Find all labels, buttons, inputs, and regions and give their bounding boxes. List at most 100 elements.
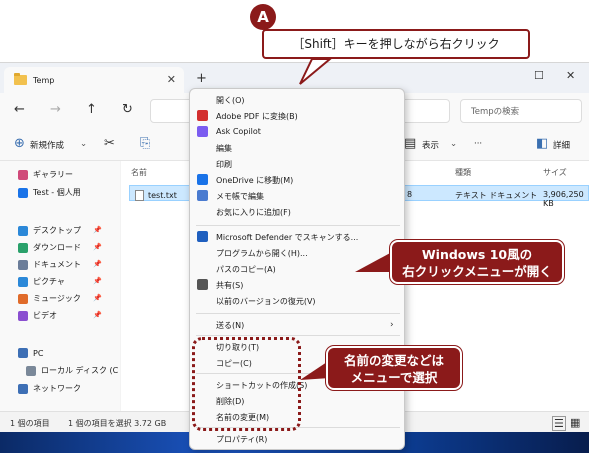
menu-item[interactable]: OneDrive に移動(M)	[216, 175, 293, 186]
tiles-view-icon[interactable]: ▦	[570, 416, 580, 429]
view-chevron-icon[interactable]: ⌄	[450, 139, 457, 149]
sidebar-item[interactable]: ネットワーク	[18, 383, 81, 394]
sidebar-item[interactable]: デスクトップ	[18, 225, 81, 236]
pin-icon: 📌	[93, 294, 102, 302]
gallery-icon	[18, 169, 28, 180]
menu-item[interactable]: Ask Copilot	[216, 127, 261, 136]
sidebar-item[interactable]: ピクチャ	[18, 276, 65, 287]
sidebar-item[interactable]: Test - 個人用	[18, 187, 81, 198]
new-button[interactable]: 新規作成	[30, 139, 64, 151]
tab-temp[interactable]: Temp ✕	[4, 67, 184, 93]
forward-icon[interactable]: →	[50, 102, 61, 117]
menu-item[interactable]: プロパティ(R)	[216, 434, 267, 445]
menu-item[interactable]: Adobe PDF に変換(B)	[216, 111, 298, 122]
documents-icon	[18, 259, 28, 270]
column-size[interactable]: サイズ	[543, 167, 567, 178]
menu-item[interactable]: お気に入りに追加(F)	[216, 207, 291, 218]
more-icon[interactable]: ···	[474, 139, 482, 149]
tab-close-icon[interactable]: ✕	[167, 73, 176, 86]
right-callout: Windows 10風の 右クリックメニューが開く	[390, 240, 564, 284]
file-name-cell[interactable]: test.txt	[135, 190, 177, 201]
onedrive-icon	[197, 174, 208, 185]
submenu-arrow-icon: ›	[390, 320, 394, 330]
menu-item[interactable]: 共有(S)	[216, 280, 243, 291]
sidebar-item[interactable]: ミュージック	[18, 293, 81, 304]
column-type[interactable]: 種類	[455, 167, 471, 178]
sidebar-item[interactable]: ダウンロード	[18, 242, 81, 253]
file-type-cell: テキスト ドキュメント	[455, 191, 538, 200]
bottom-callout: 名前の変更などは メニューで選択	[326, 346, 462, 390]
new-tab-icon[interactable]: +	[196, 71, 207, 86]
menu-item[interactable]: メモ帳で編集	[216, 191, 264, 202]
tab-title: Temp	[33, 75, 55, 85]
pc-icon	[18, 348, 28, 358]
right-callout-line2: 右クリックメニューが開く	[402, 264, 552, 279]
status-item-count: 1 個の項目	[10, 419, 50, 428]
network-icon	[18, 383, 28, 394]
copy-icon[interactable]: ⎘	[140, 136, 150, 151]
sidebar-item-label: ドキュメント	[33, 260, 81, 269]
pdf-icon	[197, 110, 208, 121]
maximize-icon[interactable]: ☐	[534, 69, 544, 82]
menu-separator	[196, 335, 400, 336]
sidebar-item-label: ローカル ディスク (C	[41, 366, 119, 375]
details-view-icon[interactable]: ☰	[552, 416, 566, 431]
videos-icon	[18, 310, 28, 321]
status-selection: 1 個の項目を選択 3.72 GB	[68, 419, 167, 428]
right-callout-line1: Windows 10風の	[421, 247, 533, 262]
sidebar-item-label: Test - 個人用	[33, 188, 81, 197]
menu-item[interactable]: プログラムから開く(H)...	[216, 248, 308, 259]
view-button[interactable]: 表示	[422, 139, 439, 151]
defender-icon	[197, 231, 208, 242]
pin-icon: 📌	[93, 311, 102, 319]
menu-separator	[196, 313, 400, 314]
menu-item[interactable]: 印刷	[216, 159, 232, 170]
menu-item[interactable]: パスのコピー(A)	[216, 264, 276, 275]
sidebar-item[interactable]: ギャラリー	[18, 169, 73, 180]
copilot-icon	[197, 126, 208, 137]
music-icon	[18, 293, 28, 304]
folder-icon	[14, 73, 27, 85]
search-input[interactable]: Tempの検索	[460, 99, 582, 123]
menu-item[interactable]: 送る(N)	[216, 320, 244, 331]
refresh-icon[interactable]: ↻	[122, 102, 133, 117]
pin-icon: 📌	[93, 226, 102, 234]
drive-icon	[26, 365, 36, 376]
pictures-icon	[18, 276, 28, 287]
view-icon: ▤	[404, 136, 417, 151]
sidebar-item-label: デスクトップ	[33, 226, 81, 235]
up-icon[interactable]: ↑	[86, 102, 97, 117]
details-pane-icon: ◧	[536, 136, 549, 151]
pin-icon: 📌	[93, 260, 102, 268]
desktop-icon	[18, 225, 28, 236]
download-icon	[18, 242, 28, 253]
pin-icon: 📌	[93, 277, 102, 285]
details-button[interactable]: 詳細	[553, 139, 570, 151]
menu-item[interactable]: 開く(O)	[216, 95, 245, 106]
highlight-frame	[192, 337, 301, 431]
menu-item[interactable]: 編集	[216, 143, 232, 154]
cut-icon[interactable]: ✂	[104, 136, 115, 151]
sidebar-item-label: ダウンロード	[33, 243, 81, 252]
close-window-icon[interactable]: ✕	[566, 69, 575, 82]
back-icon[interactable]: ←	[14, 102, 25, 117]
file-name: test.txt	[148, 191, 177, 200]
sidebar-item-label: ピクチャ	[33, 277, 65, 286]
sidebar-item-label: ミュージック	[33, 294, 81, 303]
new-icon: ⊕	[14, 136, 25, 151]
chevron-down-icon[interactable]: ⌄	[80, 139, 87, 149]
sidebar-item[interactable]: ドキュメント	[18, 259, 81, 270]
step-badge: A	[250, 4, 276, 30]
menu-item[interactable]: 以前のバージョンの復元(V)	[216, 296, 316, 307]
notepad-icon	[197, 190, 208, 201]
column-name[interactable]: 名前	[131, 167, 147, 178]
share-icon	[197, 279, 208, 290]
sidebar-item[interactable]: PC	[18, 348, 43, 358]
bottom-callout-line2: メニューで選択	[350, 370, 438, 385]
sidebar-item-label: ギャラリー	[33, 170, 73, 179]
onedrive-icon	[18, 187, 28, 198]
sidebar-item[interactable]: ローカル ディスク (C	[26, 365, 118, 376]
sidebar-item[interactable]: ビデオ	[18, 310, 57, 321]
top-callout: ［Shift］キーを押しながら右クリック	[262, 29, 530, 59]
menu-item[interactable]: Microsoft Defender でスキャンする...	[216, 232, 358, 243]
